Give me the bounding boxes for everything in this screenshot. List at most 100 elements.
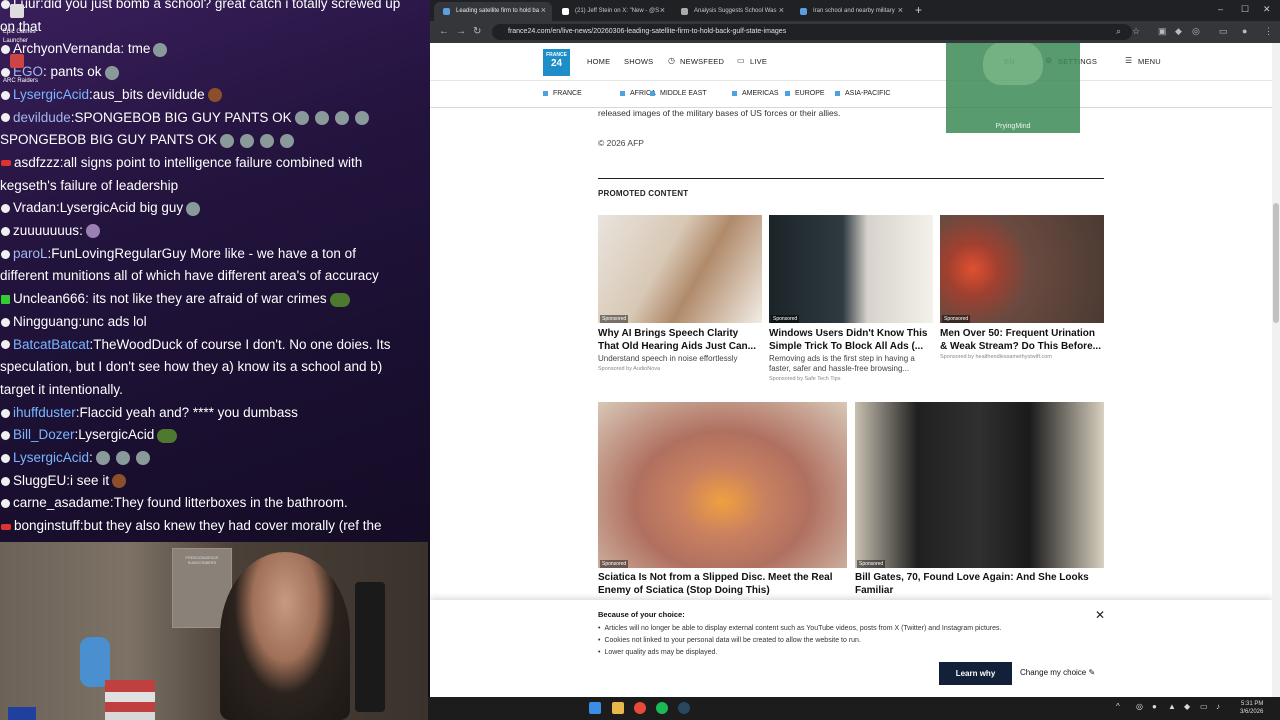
- nav-newsfeed[interactable]: NEWSFEED: [680, 57, 724, 66]
- promo-headline[interactable]: Windows Users Didn't Know This Simple Tr…: [769, 328, 933, 353]
- windows-start-icon[interactable]: [589, 702, 601, 714]
- desktop-icon-label: ARC Raiders: [3, 78, 39, 84]
- network-icon[interactable]: ▭: [1200, 702, 1208, 711]
- promo-source: Sponsored by Safe Tech Tips: [769, 376, 841, 382]
- chat-message: Unclean666: its not like they are afraid…: [0, 289, 430, 309]
- promo-headline[interactable]: Why AI Brings Speech Clarity That Old He…: [598, 328, 762, 353]
- section-bullet-icon: [650, 90, 655, 96]
- promo-headline[interactable]: Bill Gates, 70, Found Love Again: And Sh…: [855, 572, 1104, 597]
- sidepanel-icon[interactable]: ▭: [1219, 26, 1228, 37]
- extension-icon[interactable]: ◎: [1192, 26, 1200, 37]
- forward-icon[interactable]: →: [456, 26, 466, 37]
- chat-username[interactable]: Vradan: [13, 200, 56, 215]
- section-europe[interactable]: EUROPE: [785, 90, 825, 97]
- steam-icon[interactable]: [678, 702, 690, 714]
- promo-headline[interactable]: Sciatica Is Not from a Slipped Disc. Mee…: [598, 572, 847, 597]
- chat-username[interactable]: Bill_Dozer: [13, 427, 75, 442]
- chrome-icon[interactable]: [634, 702, 646, 714]
- france24-logo[interactable]: FRANCE 24: [543, 49, 570, 76]
- desktop-icon-label: Launcher: [3, 38, 29, 44]
- nav-live[interactable]: LIVE: [750, 57, 767, 66]
- address-bar: ← → ↻ france24.com/en/live-news/20260306…: [430, 21, 1280, 43]
- promo-card-hearing[interactable]: Sponsored Why AI Brings Speech Clarity T…: [598, 215, 762, 380]
- spotify-icon[interactable]: [656, 702, 668, 714]
- section-france[interactable]: FRANCE: [543, 90, 582, 97]
- scrollbar-thumb[interactable]: [1273, 203, 1279, 323]
- chat-username[interactable]: SluggEU: [13, 473, 66, 488]
- tray-app-icon[interactable]: ▲: [1168, 702, 1176, 711]
- web-page: FRANCE 24 HOME SHOWS ◷ NEWSFEED ▭ LIVE E…: [430, 43, 1280, 697]
- chat-username[interactable]: asdfzzz: [14, 155, 60, 170]
- chat-username[interactable]: Ningguang: [13, 314, 78, 329]
- kebab-menu-icon[interactable]: ⋮: [1264, 26, 1273, 37]
- extension-icon[interactable]: ◆: [1175, 26, 1182, 37]
- newsfeed-icon: ◷: [668, 56, 675, 65]
- nav-home[interactable]: HOME: [587, 57, 610, 66]
- tray-app-icon[interactable]: ●: [1152, 702, 1157, 711]
- nav-shows[interactable]: SHOWS: [624, 57, 653, 66]
- maximize-icon[interactable]: ☐: [1241, 4, 1249, 15]
- chat-username[interactable]: ihuffduster: [13, 405, 76, 420]
- tray-app-icon[interactable]: ◎: [1136, 702, 1143, 711]
- chat-text: :LysergicAcid: [74, 427, 155, 443]
- chat-badge-icon: [1, 317, 10, 327]
- section-divider: [598, 178, 1104, 179]
- chat-message: target it intentionally.: [0, 380, 430, 400]
- section-americas[interactable]: AMERICAS: [732, 90, 779, 97]
- promo-card-windows[interactable]: Sponsored Windows Users Didn't Know This…: [769, 215, 933, 382]
- epic-games-icon[interactable]: [10, 4, 24, 18]
- close-icon[interactable]: ×: [779, 5, 784, 15]
- window-close-icon[interactable]: ✕: [1263, 4, 1271, 15]
- url-field[interactable]: france24.com/en/live-news/20260306-leadi…: [492, 24, 1132, 40]
- chat-text: kegseth's failure of leadership: [0, 177, 179, 193]
- close-icon[interactable]: ×: [898, 5, 903, 15]
- extension-icon[interactable]: ▣: [1158, 26, 1167, 37]
- system-clock[interactable]: 5:31 PM 3/6/2026: [1240, 700, 1263, 716]
- tab-1[interactable]: (21) Jeff Stein on X: "New - @S ×: [553, 2, 671, 21]
- promo-card-urination[interactable]: Sponsored Men Over 50: Frequent Urinatio…: [940, 215, 1104, 380]
- reload-icon[interactable]: ↻: [473, 26, 481, 37]
- zoom-icon[interactable]: ⌕: [1116, 26, 1121, 37]
- chat-username[interactable]: zuuuuuuus: [13, 223, 79, 238]
- chat-username[interactable]: paroL: [13, 246, 48, 261]
- chat-username[interactable]: devildude: [13, 110, 71, 125]
- close-icon[interactable]: ✕: [1095, 608, 1105, 622]
- page-scrollbar[interactable]: [1272, 43, 1280, 697]
- tab-3[interactable]: Iran school and nearby military ×: [791, 2, 909, 21]
- chat-username[interactable]: LysergicAcid: [13, 450, 89, 465]
- chat-username[interactable]: carne_asadame: [13, 495, 110, 510]
- chat-username[interactable]: BatcatBatcat: [13, 337, 90, 352]
- file-explorer-icon[interactable]: [612, 702, 624, 714]
- windows-taskbar: ^ ◎ ● ▲ ◆ ▭ ♪ 5:31 PM 3/6/2026: [428, 697, 1280, 720]
- change-choice-button[interactable]: Change my choice ✎: [1020, 668, 1095, 677]
- tv-icon: ▭: [737, 56, 745, 65]
- tab-0[interactable]: Leading satellite firm to hold ba ×: [434, 2, 552, 21]
- chat-username[interactable]: bonginstuff: [14, 518, 80, 533]
- close-icon[interactable]: ×: [660, 5, 665, 15]
- menu-button[interactable]: MENU: [1138, 57, 1161, 66]
- promo-card-gates[interactable]: Sponsored Bill Gates, 70, Found Love Aga…: [855, 402, 1104, 602]
- minimize-icon[interactable]: –: [1218, 4, 1223, 14]
- new-tab-icon[interactable]: +: [915, 3, 922, 17]
- tray-chevron-icon[interactable]: ^: [1116, 702, 1120, 711]
- learn-why-button[interactable]: Learn why: [939, 662, 1012, 685]
- volume-icon[interactable]: ♪: [1216, 702, 1220, 711]
- section-label: ASIA-PACIFIC: [845, 90, 891, 97]
- favicon-icon: [681, 8, 688, 15]
- section-asia-pacific[interactable]: ASIA-PACIFIC: [835, 90, 890, 97]
- close-icon[interactable]: ×: [541, 5, 546, 15]
- arc-raiders-icon[interactable]: [10, 54, 24, 68]
- tab-2[interactable]: Analysis Suggests School Was ×: [672, 2, 790, 21]
- back-icon[interactable]: ←: [439, 26, 449, 37]
- promo-card-sciatica[interactable]: Sponsored Sciatica Is Not from a Slipped…: [598, 402, 847, 602]
- chat-emote-icon: [314, 110, 329, 125]
- chat-username[interactable]: Unclean666: [13, 291, 85, 306]
- section-bullet-icon: [835, 90, 840, 96]
- section-middle-east[interactable]: MIDDLE EAST: [650, 90, 707, 97]
- promo-headline[interactable]: Men Over 50: Frequent Urination & Weak S…: [940, 328, 1104, 353]
- chat-emote-icon: [207, 88, 222, 103]
- bookmark-star-icon[interactable]: ☆: [1132, 26, 1140, 37]
- tab-title: Leading satellite firm to hold ba: [456, 8, 540, 14]
- profile-icon[interactable]: ●: [1242, 26, 1247, 36]
- tray-app-icon[interactable]: ◆: [1184, 702, 1190, 711]
